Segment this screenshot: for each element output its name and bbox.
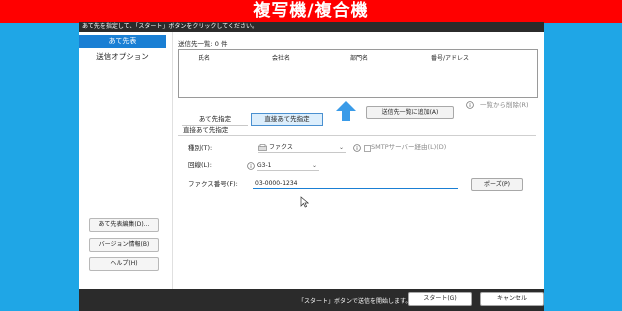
tab-address-book[interactable]: あて先指定: [182, 114, 248, 126]
line-value: G3-1: [257, 162, 272, 169]
line-select[interactable]: G3-1 ⌄: [257, 161, 319, 171]
chevron-down-icon: ⌄: [338, 144, 344, 151]
smtp-checkbox[interactable]: [364, 145, 371, 152]
column-header-address[interactable]: 番号/アドレス: [431, 53, 469, 62]
fax-number-value: 03-0000-1234: [255, 180, 298, 187]
fax-number-input[interactable]: 03-0000-1234: [253, 179, 458, 189]
column-header-company[interactable]: 会社名: [272, 53, 290, 62]
column-header-name[interactable]: 氏名: [198, 53, 210, 62]
add-to-list-button[interactable]: 送信先一覧に追加(A): [366, 106, 454, 119]
column-header-department[interactable]: 部門名: [350, 53, 368, 62]
type-label: 種別(T):: [188, 144, 213, 152]
instruction-text: あて先を指定して、「スタート」ボタンをクリックしてください。: [82, 23, 259, 30]
info-icon: [247, 162, 255, 170]
info-icon: [466, 101, 474, 109]
pause-button[interactable]: ポーズ(P): [471, 178, 523, 191]
type-value: ファクス: [269, 144, 293, 151]
line-label: 回線(L):: [188, 161, 212, 169]
edit-address-book-button[interactable]: あて先表編集(D)...: [89, 218, 159, 232]
remove-from-list-link[interactable]: 一覧から削除(R): [480, 101, 529, 110]
fax-number-label: ファクス番号(F):: [188, 180, 238, 188]
tab-direct-address[interactable]: 直接あて先指定: [251, 113, 323, 126]
banner-title: 複写機/複合機: [253, 1, 369, 21]
footer-message: 「スタート」ボタンで送信を開始します。: [298, 298, 412, 305]
recipient-count: 送信先一覧: 0 件: [178, 40, 228, 48]
fax-icon: [258, 144, 267, 154]
info-icon: [353, 144, 361, 152]
chevron-down-icon: ⌄: [311, 162, 317, 169]
direct-section-label: 直接あて先指定: [183, 126, 229, 134]
sidebar-item-send-options[interactable]: 送信オプション: [79, 51, 166, 63]
cursor-icon: [300, 196, 309, 208]
type-select[interactable]: ファクス ⌄: [258, 143, 346, 153]
start-button[interactable]: スタート(G): [408, 292, 472, 306]
direct-divider: [178, 135, 536, 136]
cancel-button[interactable]: キャンセル: [480, 292, 544, 306]
sidebar-item-address-book[interactable]: あて先表: [79, 35, 166, 48]
version-info-button[interactable]: バージョン情報(B): [89, 238, 159, 252]
up-arrow-icon: [336, 101, 356, 121]
help-button[interactable]: ヘルプ(H): [89, 257, 159, 271]
smtp-label: SMTPサーバー経由(L)(D): [371, 143, 447, 151]
